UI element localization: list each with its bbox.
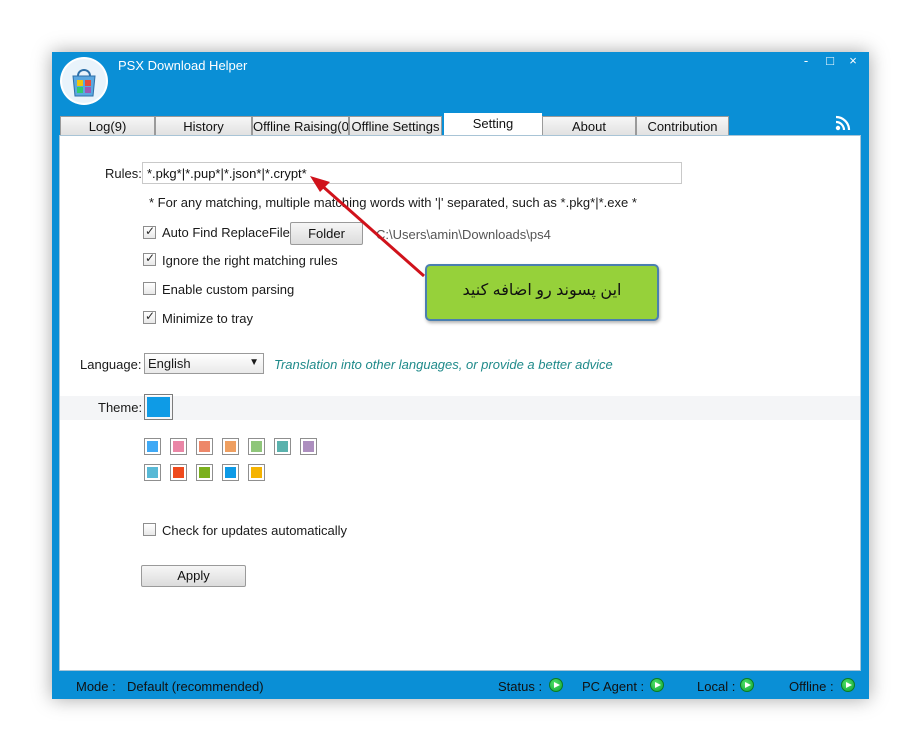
auto-find-label: Auto Find ReplaceFile	[162, 225, 290, 240]
theme-swatch[interactable]	[144, 464, 161, 481]
theme-swatch[interactable]	[170, 464, 187, 481]
theme-swatch[interactable]	[196, 464, 213, 481]
rules-hint: * For any matching, multiple matching wo…	[149, 195, 637, 210]
pc-agent-label: PC Agent :	[582, 679, 645, 694]
local-play-icon[interactable]	[740, 678, 754, 692]
local-label: Local :	[697, 679, 736, 694]
callout-text: این پسوند رو اضافه کنید	[462, 281, 622, 299]
mode-value: Default (recommended)	[127, 679, 264, 694]
tab-log[interactable]: Log(9)	[60, 116, 155, 135]
offline-label: Offline :	[789, 679, 834, 694]
theme-swatch[interactable]	[170, 438, 187, 455]
tab-contribution[interactable]: Contribution	[636, 116, 729, 135]
theme-label: Theme:	[98, 400, 143, 415]
status-label: Status :	[498, 679, 543, 694]
minimize-button[interactable]: -	[798, 53, 814, 68]
tab-setting[interactable]: Setting	[444, 113, 542, 136]
minimize-tray-checkbox[interactable]	[143, 309, 156, 324]
tab-offline-raising[interactable]: Offline Raising(0)	[252, 116, 349, 135]
mode-label: Mode :	[76, 679, 116, 694]
app-logo-icon	[60, 57, 108, 105]
annotation-callout: این پسوند رو اضافه کنید	[425, 264, 659, 321]
language-value: English	[148, 356, 191, 371]
theme-swatch[interactable]	[196, 438, 213, 455]
ignore-right-checkbox[interactable]	[143, 251, 156, 266]
theme-current-swatch[interactable]	[144, 394, 173, 420]
tab-offline-settings[interactable]: Offline Settings	[349, 116, 442, 135]
custom-parsing-label: Enable custom parsing	[162, 282, 295, 297]
tab-about[interactable]: About	[542, 116, 636, 135]
theme-swatch[interactable]	[300, 438, 317, 455]
app-window: PSX Download Helper - □ × Log(9) History…	[52, 52, 869, 699]
pc-agent-play-icon[interactable]	[650, 678, 664, 692]
language-select[interactable]: English ▼	[144, 353, 264, 374]
auto-find-checkbox[interactable]	[143, 224, 156, 239]
theme-swatch[interactable]	[248, 464, 265, 481]
window-title: PSX Download Helper	[118, 58, 248, 73]
minimize-tray-label: Minimize to tray	[162, 311, 254, 326]
rules-input[interactable]	[142, 162, 682, 184]
offline-play-icon[interactable]	[841, 678, 855, 692]
chevron-down-icon: ▼	[249, 357, 259, 368]
status-bar: Mode : Default (recommended) Status : PC…	[52, 672, 869, 699]
apply-button[interactable]: Apply	[141, 565, 246, 587]
theme-swatch[interactable]	[248, 438, 265, 455]
status-play-icon[interactable]	[549, 678, 563, 692]
theme-swatch[interactable]	[274, 438, 291, 455]
maximize-button[interactable]: □	[822, 53, 838, 68]
folder-button[interactable]: Folder	[290, 222, 363, 245]
theme-swatch[interactable]	[222, 464, 239, 481]
custom-parsing-checkbox[interactable]	[143, 282, 156, 295]
rss-icon[interactable]	[835, 113, 853, 131]
theme-swatch[interactable]	[222, 438, 239, 455]
updates-label: Check for updates automatically	[162, 523, 347, 538]
ignore-right-label: Ignore the right matching rules	[162, 253, 338, 268]
translation-link[interactable]: Translation into other languages, or pro…	[274, 357, 613, 372]
folder-path: C:\Users\amin\Downloads\ps4	[376, 227, 551, 242]
language-label: Language:	[80, 357, 142, 372]
theme-swatch[interactable]	[144, 438, 161, 455]
close-button[interactable]: ×	[845, 53, 861, 68]
updates-checkbox[interactable]	[143, 523, 156, 536]
theme-row	[60, 396, 860, 420]
rules-label: Rules:	[105, 166, 142, 181]
tab-history[interactable]: History	[155, 116, 252, 135]
